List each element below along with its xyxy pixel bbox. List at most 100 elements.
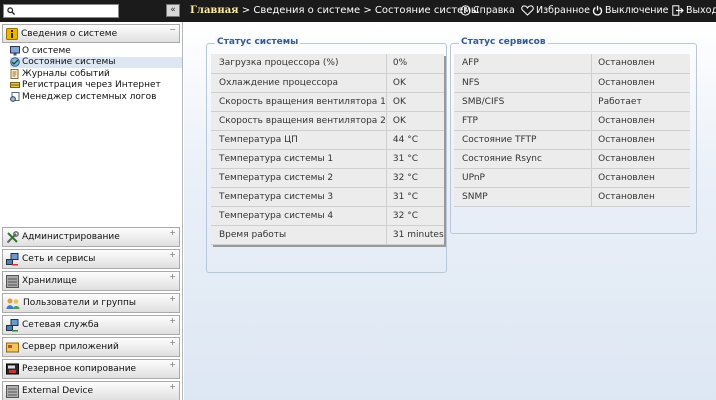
row-value: 31 °C	[385, 149, 444, 169]
service-name: NFS	[454, 73, 592, 93]
logout-icon	[672, 5, 684, 16]
table-row: Температура системы 4 32 °C	[211, 206, 444, 226]
sidebar-section-external-device[interactable]: External Device +	[2, 381, 180, 400]
system-info-submenu: О системе Состояние системы Журналы собы…	[0, 43, 182, 103]
collapse-section-toggle[interactable]: −	[169, 25, 176, 34]
service-name: UPnP	[454, 168, 592, 188]
expand-section-toggle[interactable]: +	[169, 338, 176, 347]
row-label: Скорость вращения вентилятора 2	[211, 111, 387, 131]
service-name: SMB/CIFS	[454, 92, 592, 112]
favorites-label: Избранное	[536, 5, 590, 16]
table-row: AFP Остановлен	[454, 54, 690, 74]
service-state: Работает	[591, 92, 690, 112]
breadcrumb-separator: >	[241, 5, 251, 16]
tools-icon	[6, 230, 19, 243]
row-label: Температура системы 4	[211, 206, 387, 226]
sidebar-section-label: Сервер приложений	[22, 342, 119, 352]
search-icon	[7, 7, 15, 15]
network-icon	[6, 252, 19, 265]
sidebar-item-event-logs[interactable]: Журналы событий	[10, 68, 182, 80]
expand-section-toggle[interactable]: +	[169, 272, 176, 281]
sidebar-section-network-services[interactable]: Сеть и сервисы +	[2, 249, 180, 269]
sidebar-item-system-status[interactable]: Состояние системы	[10, 56, 182, 68]
table-row: Загрузка процессора (%) 0%	[211, 54, 444, 74]
info-icon	[6, 27, 18, 40]
row-label: Температура системы 2	[211, 168, 387, 188]
expand-section-toggle[interactable]: +	[169, 228, 176, 237]
expand-section-toggle[interactable]: +	[169, 294, 176, 303]
breadcrumb-separator: >	[363, 5, 372, 16]
registration-icon	[10, 82, 20, 89]
sidebar-item-label: Менеджер системных логов	[22, 91, 157, 102]
service-status-title: Статус сервисов	[459, 37, 548, 47]
search-input[interactable]	[3, 4, 119, 18]
table-row: Скорость вращения вентилятора 1 OK	[211, 92, 444, 112]
sidebar: Сведения о системе − О системе Состояние…	[0, 22, 183, 400]
row-value: 32 °C	[385, 168, 444, 188]
sidebar-section-label: Сеть и сервисы	[22, 254, 96, 264]
row-value: OK	[385, 92, 444, 112]
heart-icon	[521, 5, 534, 16]
table-row: Время работы 31 minutes	[211, 225, 444, 245]
breadcrumb: Главная > Сведения о системе > Состояние…	[190, 5, 479, 16]
table-row: Скорость вращения вентилятора 2 OK	[211, 111, 444, 131]
service-state: Остановлен	[591, 130, 690, 150]
row-label: Загрузка процессора (%)	[211, 54, 387, 74]
service-name: AFP	[454, 54, 592, 74]
row-value: 31 °C	[385, 187, 444, 207]
breadcrumb-section[interactable]: Сведения о системе	[253, 5, 360, 16]
service-name: SNMP	[454, 187, 592, 207]
service-name: Состояние Rsync	[454, 149, 592, 169]
breadcrumb-home[interactable]: Главная	[190, 5, 239, 16]
logout-link[interactable]: Выход	[672, 5, 716, 16]
system-status-table: Загрузка процессора (%) 0% Охлаждение про…	[211, 54, 444, 245]
table-row: UPnP Остановлен	[454, 168, 690, 188]
help-icon: ?	[460, 5, 471, 16]
service-state: Остановлен	[591, 187, 690, 207]
sidebar-section-administration[interactable]: Администрирование +	[2, 227, 180, 247]
favorites-link[interactable]: Избранное	[521, 5, 590, 16]
row-value: OK	[385, 111, 444, 131]
row-label: Время работы	[211, 225, 387, 245]
table-row: Состояние TFTP Остановлен	[454, 130, 690, 150]
top-bar: « Главная > Сведения о системе > Состоян…	[0, 0, 716, 22]
service-name: Состояние TFTP	[454, 130, 592, 150]
service-state: Остановлен	[591, 54, 690, 74]
sidebar-section-storage[interactable]: Хранилище +	[2, 271, 180, 291]
logout-label: Выход	[686, 5, 716, 16]
shutdown-link[interactable]: Выключение	[592, 5, 669, 16]
sidebar-section-users-groups[interactable]: Пользователи и группы +	[2, 293, 180, 313]
sidebar-section-label: Сведения о системе	[21, 28, 118, 39]
sidebar-section-system-info[interactable]: Сведения о системе −	[2, 24, 180, 43]
expand-section-toggle[interactable]: +	[169, 250, 176, 259]
expand-section-toggle[interactable]: +	[169, 316, 176, 325]
row-value: 32 °C	[385, 206, 444, 226]
sidebar-section-network-service[interactable]: Сетевая служба +	[2, 315, 180, 335]
row-value: 44 °C	[385, 130, 444, 150]
service-name: FTP	[454, 111, 592, 131]
sidebar-item-syslog-manager[interactable]: Менеджер системных логов	[10, 91, 182, 103]
help-link[interactable]: ? Справка	[460, 5, 515, 16]
row-label: Охлаждение процессора	[211, 73, 387, 93]
syslog-icon	[10, 91, 20, 102]
table-row: SMB/CIFS Работает	[454, 92, 690, 112]
table-row: Состояние Rsync Остановлен	[454, 149, 690, 169]
sidebar-section-label: Сетевая служба	[22, 320, 99, 330]
expand-section-toggle[interactable]: +	[169, 360, 176, 369]
sidebar-item-about[interactable]: О системе	[10, 45, 182, 57]
expand-section-toggle[interactable]: +	[169, 382, 176, 391]
collapse-sidebar-button[interactable]: «	[166, 4, 180, 17]
service-state: Остановлен	[591, 111, 690, 131]
storage-icon	[6, 274, 19, 288]
network-service-icon	[6, 318, 19, 331]
sidebar-section-app-server[interactable]: Сервер приложений +	[2, 337, 180, 357]
table-row: Температура ЦП 44 °C	[211, 130, 444, 150]
svg-text:?: ?	[464, 6, 468, 15]
sidebar-section-label: Резервное копирование	[22, 364, 137, 374]
monitor-icon	[10, 45, 20, 56]
external-device-icon	[6, 384, 19, 398]
sidebar-item-online-registration[interactable]: Регистрация через Интернет	[10, 80, 182, 92]
table-row: Охлаждение процессора OK	[211, 73, 444, 93]
sidebar-section-backup[interactable]: Резервное копирование +	[2, 359, 180, 379]
row-label: Температура системы 1	[211, 149, 387, 169]
